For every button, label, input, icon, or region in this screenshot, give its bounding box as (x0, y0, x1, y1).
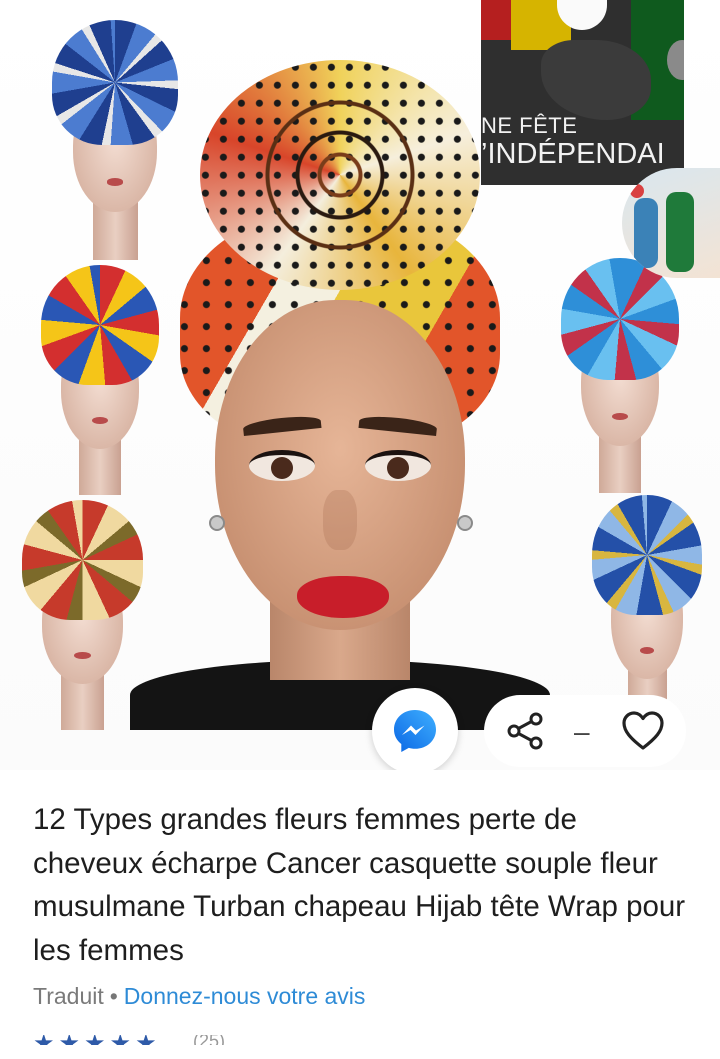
floating-video-thumbnail[interactable] (622, 168, 720, 278)
heart-icon[interactable] (620, 709, 666, 753)
ad-text-line2: ’INDÉPENDAI (481, 138, 665, 170)
product-actions: – (484, 695, 686, 767)
feedback-link[interactable]: Donnez-nous votre avis (124, 983, 366, 1009)
rating-stars: ★★★★★ (33, 1035, 161, 1045)
mannequin-sky-blue-turban (550, 258, 690, 493)
translation-separator: • (109, 983, 118, 1009)
ad-text-line1: NE FÊTE (481, 113, 578, 138)
mannequin-blue-gold-turban (582, 495, 712, 725)
translation-row: Traduit • Donnez-nous votre avis (33, 983, 365, 1010)
messenger-button[interactable] (372, 688, 458, 774)
independence-day-ad-overlay[interactable]: NE FÊTE ’INDÉPENDAI (481, 0, 684, 185)
rating-row[interactable]: ★★★★★ (25) (33, 1035, 253, 1045)
action-separator: – (574, 716, 590, 747)
rating-count: (25) (193, 1035, 226, 1045)
share-icon[interactable] (504, 711, 548, 751)
translated-label: Traduit (33, 983, 104, 1009)
product-description: 12 Types grandes fleurs femmes perte de … (0, 770, 720, 1059)
product-title: 12 Types grandes fleurs femmes perte de … (33, 803, 686, 967)
messenger-icon (394, 710, 436, 752)
